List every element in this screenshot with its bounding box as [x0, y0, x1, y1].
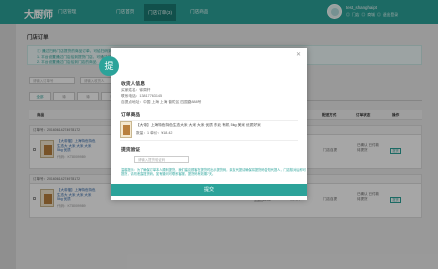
modal-product-name: 【大帝】上海特色特色生态大米 大米 大米 优质 东北 有机 5kg 美米 优质好… [136, 123, 261, 127]
order-items-title: 订单商品 [121, 113, 141, 118]
product-image [123, 125, 130, 135]
modal-product-meta: 数量：1 单价：¥18.42 [136, 131, 173, 135]
receiver-section-title: 收货人信息 [121, 82, 145, 87]
verify-code-input[interactable]: 请输入提货验证码 [134, 156, 189, 163]
receiver-address: 自提点地址：中国 上海 上海 普陀区 四国路888号 [121, 100, 202, 104]
pickup-icon: 提 [99, 56, 119, 76]
pickup-hint: 温馨提示：为了确保订单本人顺利提货，我们建议顾客在提货时出示提货码，亲友代提请确… [121, 168, 306, 176]
receiver-phone: 联系电话：13817763145 [121, 94, 162, 98]
receiver-name: 买家姓名：徐周杆 [121, 88, 151, 92]
verify-section-title: 提货验证 [121, 148, 141, 153]
modal-product-thumbnail [120, 121, 132, 138]
close-icon[interactable]: ✕ [296, 51, 301, 58]
submit-button[interactable]: 提交 [111, 184, 307, 196]
